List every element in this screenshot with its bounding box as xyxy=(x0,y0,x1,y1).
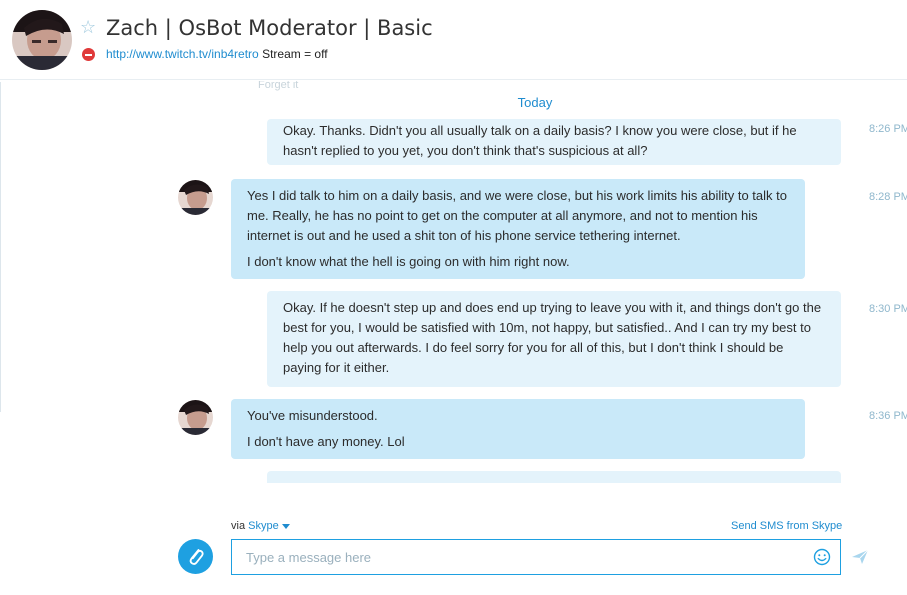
attach-button[interactable] xyxy=(178,539,213,574)
mood-message: http://www.twitch.tv/inb4retro Stream = … xyxy=(106,47,328,61)
chevron-down-icon[interactable] xyxy=(281,523,290,529)
via-selector[interactable]: via Skype xyxy=(231,520,290,532)
message-input-box[interactable] xyxy=(231,539,841,575)
message-text: Okay. Thanks. Didn't you all usually tal… xyxy=(283,123,797,158)
star-outline-icon[interactable]: ☆ xyxy=(80,18,98,36)
sender-avatar[interactable] xyxy=(178,180,213,215)
message-bubble-incoming[interactable]: You've misunderstood. I don't have any m… xyxy=(231,399,805,459)
message-timestamp: 8:26 PM xyxy=(869,123,907,135)
conversation-header: ☆ Zach | OsBot Moderator | Basic http://… xyxy=(0,0,907,80)
message-input[interactable] xyxy=(246,540,806,574)
sender-avatar[interactable] xyxy=(178,400,213,435)
message-text: I don't have any money. Lol xyxy=(247,434,405,449)
message-timestamp: 8:30 PM xyxy=(869,303,907,315)
via-label: via xyxy=(231,520,246,532)
mood-text: Stream = off xyxy=(262,47,328,61)
day-separator: Today xyxy=(517,95,553,110)
paperclip-icon xyxy=(189,549,204,565)
message-text: Okay. If he doesn't step up and does end… xyxy=(283,300,822,375)
message-timestamp: 8:28 PM xyxy=(869,191,907,203)
mood-link[interactable]: http://www.twitch.tv/inb4retro xyxy=(106,47,259,61)
message-timestamp: 8:36 PM xyxy=(869,410,907,422)
message-text: Yes I did talk to him on a daily basis, … xyxy=(247,188,787,243)
message-text: I don't know what the hell is going on w… xyxy=(247,254,570,269)
contact-avatar[interactable] xyxy=(12,10,72,70)
message-text: You've misunderstood. xyxy=(247,408,378,423)
composer-area: via Skype Send SMS from Skype xyxy=(0,483,907,595)
contact-name: Zach | OsBot Moderator | Basic xyxy=(106,16,433,40)
message-bubble-outgoing-partial[interactable] xyxy=(267,471,841,483)
faded-previous-message: Forget it xyxy=(258,81,299,91)
message-bubble-outgoing[interactable]: Okay. If he doesn't step up and does end… xyxy=(267,291,841,387)
via-service[interactable]: Skype xyxy=(248,520,279,532)
chat-history[interactable]: Forget it Today Okay. Thanks. Didn't you… xyxy=(0,81,907,483)
smiley-icon[interactable] xyxy=(813,548,831,566)
send-icon[interactable] xyxy=(851,549,869,565)
do-not-disturb-icon xyxy=(82,48,95,61)
send-sms-link[interactable]: Send SMS from Skype xyxy=(731,520,842,532)
message-bubble-outgoing[interactable]: Okay. Thanks. Didn't you all usually tal… xyxy=(267,119,841,165)
message-bubble-incoming[interactable]: Yes I did talk to him on a daily basis, … xyxy=(231,179,805,279)
